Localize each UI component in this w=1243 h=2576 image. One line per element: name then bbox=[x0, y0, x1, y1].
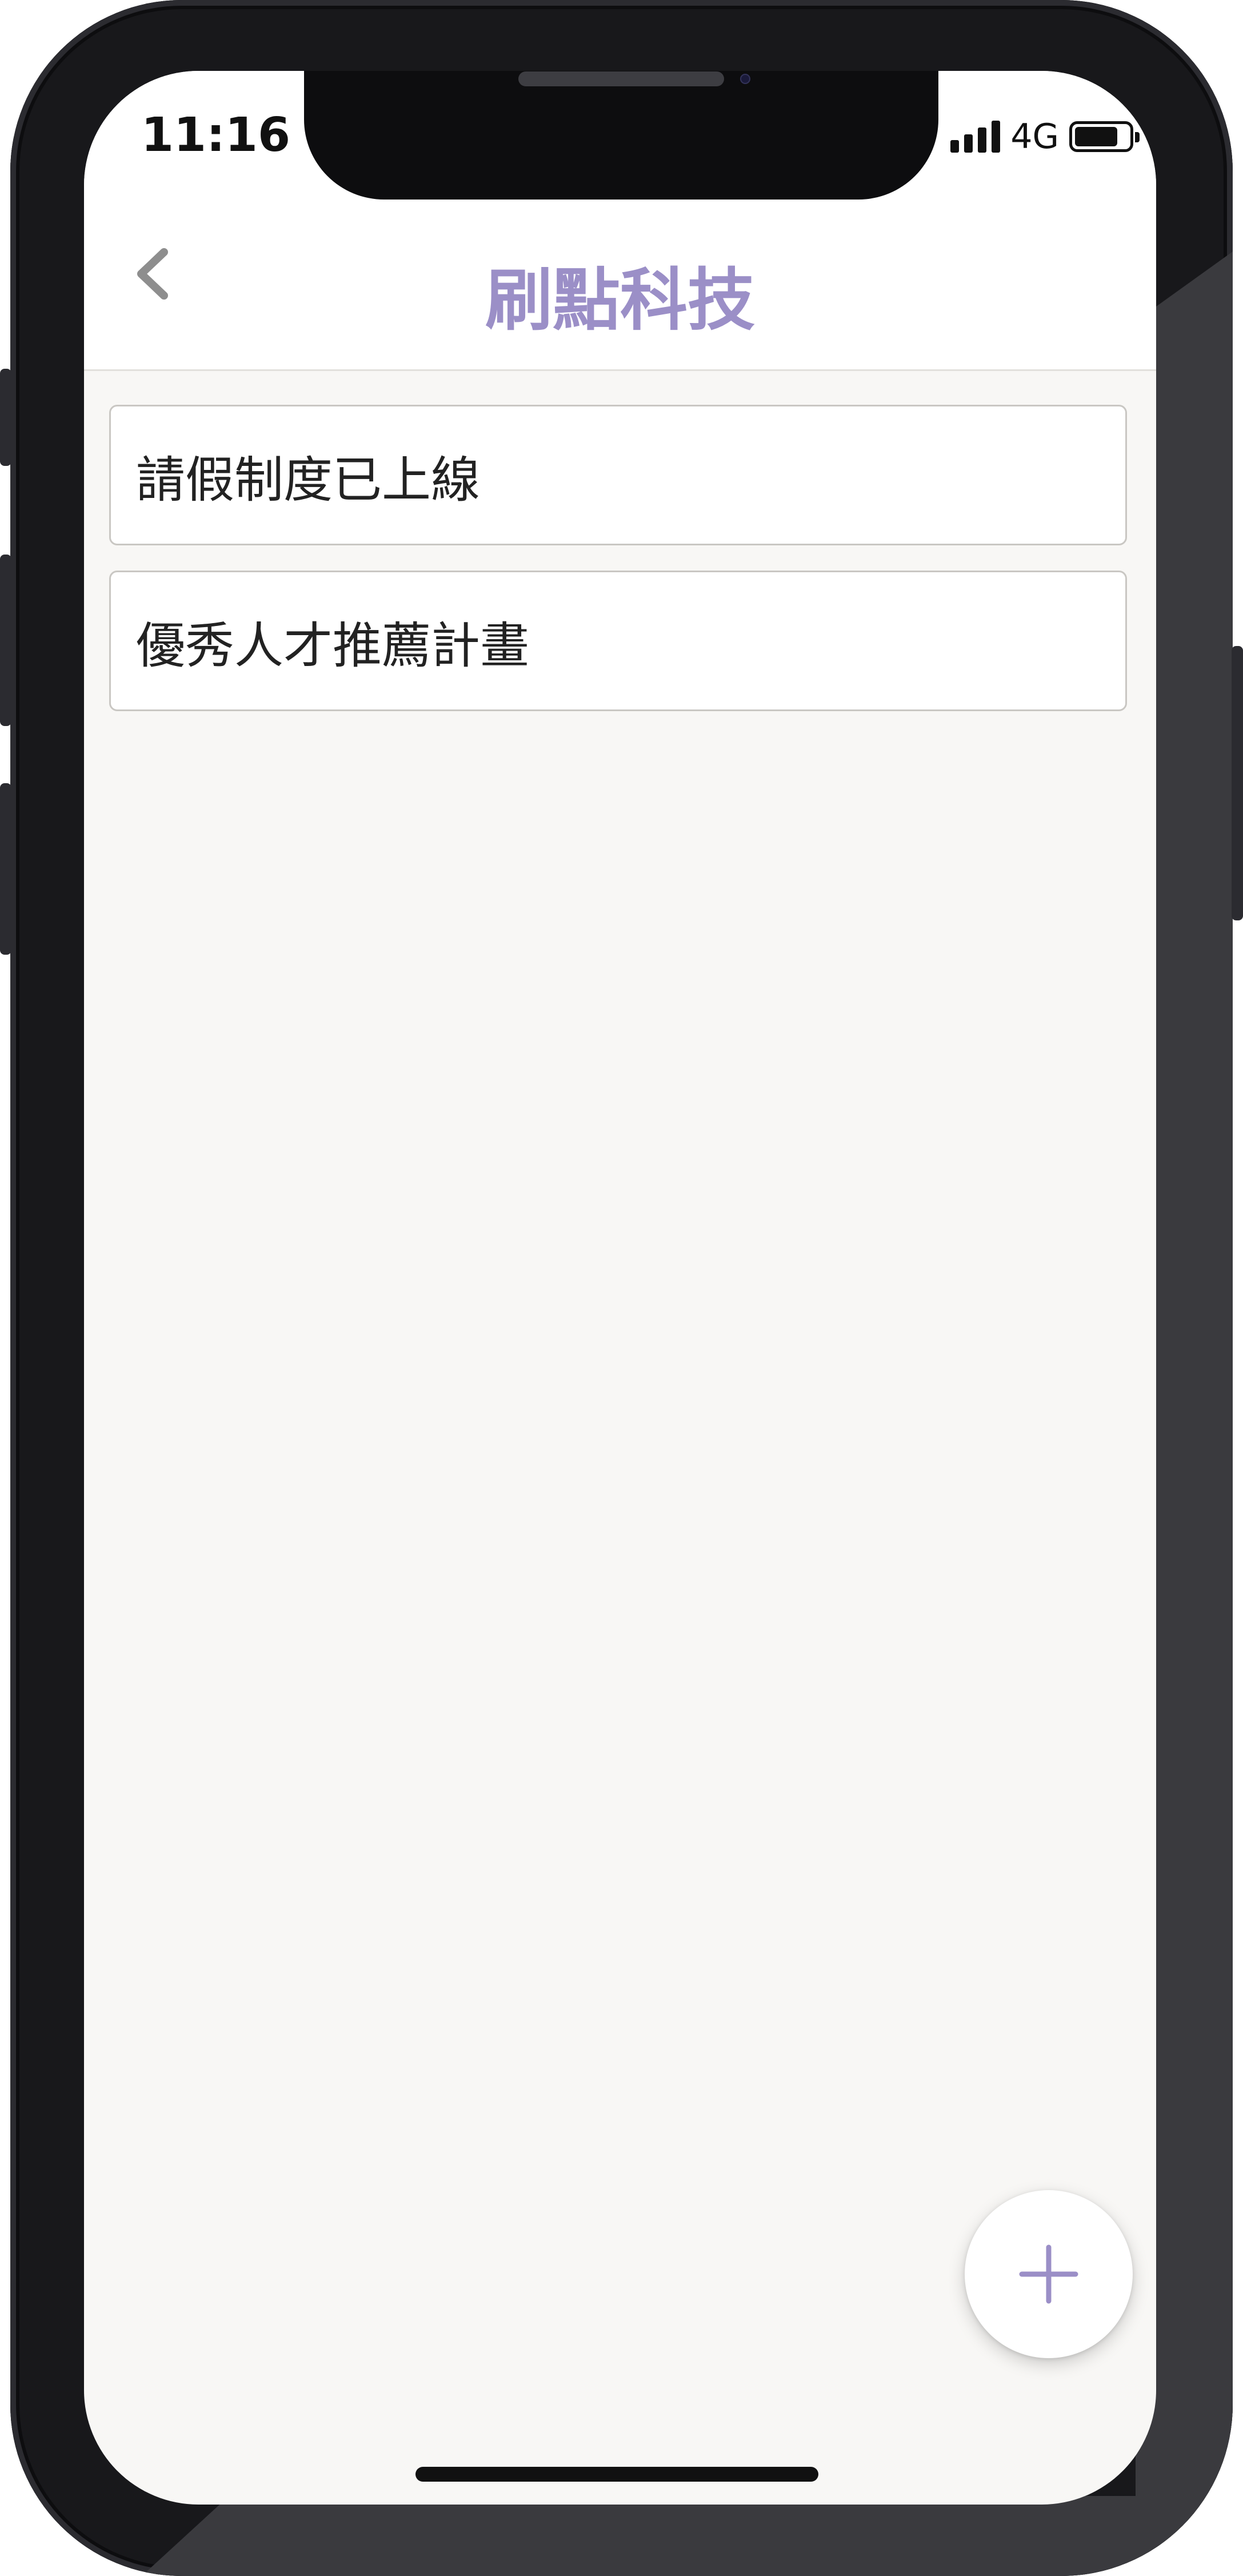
speaker bbox=[518, 71, 724, 86]
status-time: 11:16 bbox=[141, 108, 291, 162]
power-button bbox=[1232, 646, 1243, 920]
status-indicators: 4G bbox=[950, 117, 1140, 157]
volume-down-button bbox=[0, 783, 11, 955]
battery-cap bbox=[1135, 132, 1140, 142]
list-item-label: 請假制度已上線 bbox=[136, 451, 480, 509]
frame-shade-bottom bbox=[142, 2496, 1233, 2576]
battery-icon bbox=[1069, 121, 1140, 152]
navigation-bar: 刷點科技 bbox=[84, 202, 1156, 371]
list-item[interactable]: 優秀人才推薦計畫 bbox=[109, 571, 1127, 711]
plus-icon bbox=[1019, 2244, 1078, 2304]
volume-up-button bbox=[0, 555, 11, 726]
screen: 11:16 4G 刷點科技 請假制度已上線 優秀人才推薦計畫 bbox=[84, 71, 1156, 2505]
list-item[interactable]: 請假制度已上線 bbox=[109, 405, 1127, 545]
add-button[interactable] bbox=[965, 2190, 1133, 2358]
notch bbox=[304, 71, 938, 200]
battery-level bbox=[1075, 127, 1117, 146]
page-title: 刷點科技 bbox=[485, 261, 755, 340]
front-camera bbox=[740, 74, 750, 84]
signal-icon bbox=[950, 121, 1001, 153]
home-indicator[interactable] bbox=[415, 2467, 818, 2482]
announcement-list: 請假制度已上線 優秀人才推薦計畫 bbox=[109, 405, 1127, 736]
silent-switch bbox=[0, 369, 11, 466]
list-item-label: 優秀人才推薦計畫 bbox=[136, 617, 529, 675]
network-label: 4G bbox=[1010, 117, 1059, 157]
